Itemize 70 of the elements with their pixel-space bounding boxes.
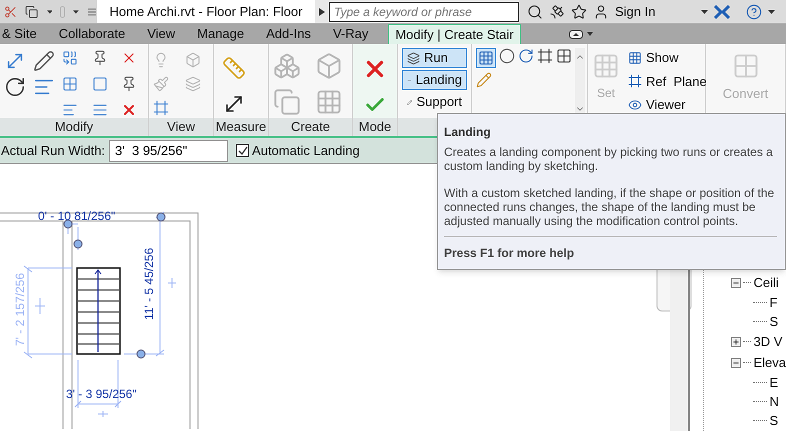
grip-handle[interactable] <box>156 212 166 222</box>
ribbon-tab[interactable]: & Site <box>0 24 39 44</box>
window-title: Home Archi.rvt - Floor Plan: Floor <box>110 2 302 21</box>
dimension-text: 0' - 10 81/256" <box>38 209 116 223</box>
tree-expander[interactable] <box>731 336 742 346</box>
tooltip-text: With a custom sketched landing, if the shape or position of the connected runs changes, the shape of the landing must be adjusted manually using the modification control points. <box>444 186 776 228</box>
checkbox-label: Automatic Landing <box>252 142 360 160</box>
switch-windows-icon[interactable] <box>25 4 38 20</box>
dimension-text: 11' - 5 45/256 <box>142 248 156 320</box>
component-button[interactable]: Landing <box>402 70 467 90</box>
caret-icon <box>586 32 593 36</box>
tree-item[interactable]: N <box>767 392 779 412</box>
work-plane-button[interactable]: Show <box>628 48 707 68</box>
tree-item[interactable]: F <box>767 292 778 312</box>
grip-handle[interactable] <box>136 350 146 358</box>
sign-in-button[interactable]: Sign In <box>615 2 656 22</box>
ribbon-tab[interactable]: View <box>145 24 178 44</box>
tree-item[interactable]: 3D V <box>751 332 782 352</box>
tooltip-title: Landing <box>444 124 492 141</box>
ribbon-tab[interactable]: V-Ray <box>330 24 370 44</box>
plus-icon <box>732 338 740 346</box>
work-plane-button[interactable]: Ref Plane <box>628 72 707 91</box>
star-icon[interactable] <box>571 4 587 20</box>
component-button[interactable]: Run <box>402 48 467 68</box>
tooltip-text: Creates a landing component by picking two runs or creates a custom landing by sketching. <box>444 145 774 173</box>
panel-label: Mode <box>353 118 397 136</box>
dimension-text: 7' - 2 157/256 <box>13 272 27 346</box>
panel-label: Modify <box>0 118 148 136</box>
help-icon[interactable] <box>746 4 762 20</box>
search-field[interactable]: Type a keyword or phrase <box>329 2 519 22</box>
ribbon-tab[interactable]: Manage <box>195 24 246 44</box>
array-icon[interactable] <box>62 76 78 92</box>
ribbon-toggle-button[interactable] <box>568 27 593 41</box>
panel-label: View <box>149 118 213 136</box>
grip-handle[interactable] <box>74 240 82 248</box>
ribbon-tab[interactable]: Modify | Create Stair <box>388 24 521 44</box>
run-width-field[interactable]: 3' 3 95/256" <box>109 140 228 162</box>
rotate-icon[interactable] <box>4 76 26 98</box>
component-button[interactable]: Support <box>402 92 467 112</box>
tree-expander[interactable] <box>731 358 742 368</box>
expand-arrow-icon[interactable] <box>319 8 325 16</box>
dimension-text: 3' - 3 95/256" <box>66 387 137 401</box>
ribbon-toggle-icon <box>568 30 583 38</box>
sketch-icon[interactable] <box>476 72 492 88</box>
straight-run-icon[interactable] <box>478 50 494 66</box>
user-icon[interactable] <box>593 4 609 20</box>
grip-handle[interactable] <box>64 220 72 228</box>
tree-item[interactable]: S <box>767 312 778 332</box>
run-width-label: Actual Run Width: <box>1 142 106 160</box>
tree-expander[interactable] <box>731 278 742 288</box>
stacked-layers-icon[interactable] <box>407 52 420 64</box>
automatic-landing-checkbox[interactable] <box>236 144 250 157</box>
tree-item[interactable]: Eleva <box>751 352 786 372</box>
panel-label: Measure <box>214 118 268 136</box>
tooltip-help-text: Press F1 for more help <box>444 246 574 260</box>
cut-icon[interactable] <box>4 4 18 20</box>
satellite-icon[interactable] <box>549 4 565 20</box>
caret-icon[interactable] <box>46 10 52 14</box>
grid-icon[interactable] <box>628 50 642 65</box>
tree-item[interactable]: E <box>767 372 778 392</box>
caret-icon[interactable] <box>701 10 708 14</box>
caret-icon[interactable] <box>73 10 80 14</box>
tree-item[interactable]: Ceili <box>751 272 779 292</box>
work-plane-button[interactable]: Viewer <box>628 95 707 114</box>
viewer-icon[interactable] <box>628 98 642 112</box>
caret-icon[interactable] <box>768 10 776 14</box>
panel-label: Create <box>269 118 352 136</box>
ribbon-tab[interactable]: Add-Ins <box>264 24 313 44</box>
tree-item[interactable]: S <box>767 410 778 430</box>
ribbon-tab[interactable]: Collaborate <box>56 24 128 44</box>
